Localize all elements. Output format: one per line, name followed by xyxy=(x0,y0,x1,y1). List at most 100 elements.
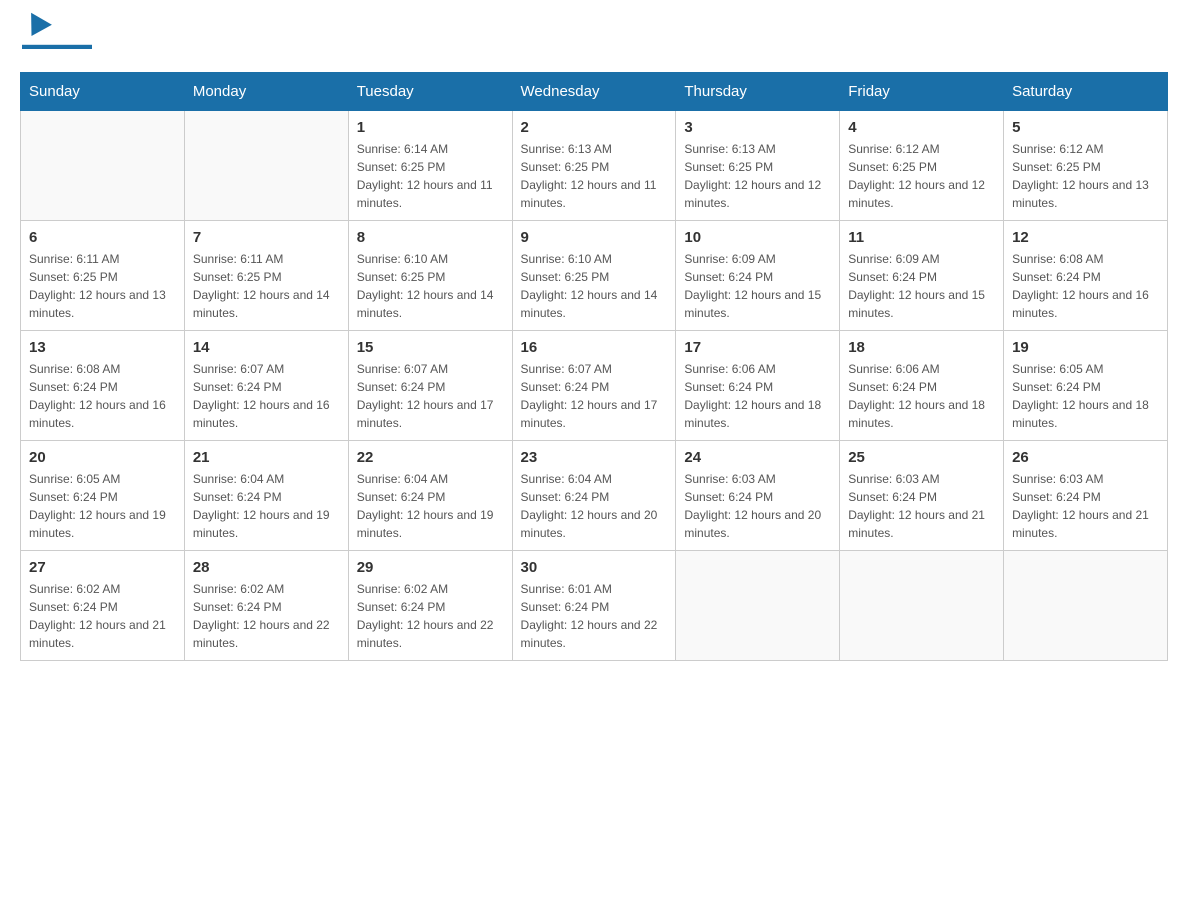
day-info: Sunrise: 6:07 AMSunset: 6:24 PMDaylight:… xyxy=(357,360,504,432)
day-number: 30 xyxy=(521,559,668,576)
day-info: Sunrise: 6:14 AMSunset: 6:25 PMDaylight:… xyxy=(357,140,504,212)
day-number: 6 xyxy=(29,229,176,246)
calendar-cell: 19 Sunrise: 6:05 AMSunset: 6:24 PMDayligh… xyxy=(1004,331,1168,441)
calendar-week-2: 6 Sunrise: 6:11 AMSunset: 6:25 PMDaylight… xyxy=(21,221,1168,331)
calendar-header-sunday: Sunday xyxy=(21,73,185,111)
day-number: 19 xyxy=(1012,339,1159,356)
day-info: Sunrise: 6:07 AMSunset: 6:24 PMDaylight:… xyxy=(193,360,340,432)
calendar-cell xyxy=(676,551,840,661)
day-number: 25 xyxy=(848,449,995,466)
calendar-cell: 18 Sunrise: 6:06 AMSunset: 6:24 PMDayligh… xyxy=(840,331,1004,441)
calendar-header-monday: Monday xyxy=(184,73,348,111)
day-number: 28 xyxy=(193,559,340,576)
calendar-cell xyxy=(1004,551,1168,661)
day-number: 23 xyxy=(521,449,668,466)
calendar-cell: 9Sunrise: 6:10 AMSunset: 6:25 PMDaylight… xyxy=(512,221,676,331)
calendar-week-3: 13 Sunrise: 6:08 AMSunset: 6:24 PMDayligh… xyxy=(21,331,1168,441)
day-number: 24 xyxy=(684,449,831,466)
day-info: Sunrise: 6:09 AMSunset: 6:24 PMDaylight:… xyxy=(684,250,831,322)
calendar-cell: 26 Sunrise: 6:03 AMSunset: 6:24 PMDayligh… xyxy=(1004,441,1168,551)
day-number: 12 xyxy=(1012,229,1159,246)
day-info: Sunrise: 6:10 AMSunset: 6:25 PMDaylight:… xyxy=(521,250,668,322)
calendar-table: SundayMondayTuesdayWednesdayThursdayFrid… xyxy=(20,72,1168,661)
calendar-cell: 29 Sunrise: 6:02 AMSunset: 6:24 PMDayligh… xyxy=(348,551,512,661)
calendar-cell: 23 Sunrise: 6:04 AMSunset: 6:24 PMDayligh… xyxy=(512,441,676,551)
day-info: Sunrise: 6:02 AMSunset: 6:24 PMDaylight:… xyxy=(29,580,176,652)
logo: ▬▬▬▬▬ xyxy=(20,20,92,52)
logo-underline: ▬▬▬▬▬ xyxy=(22,36,92,52)
day-number: 22 xyxy=(357,449,504,466)
calendar-cell: 12 Sunrise: 6:08 AMSunset: 6:24 PMDayligh… xyxy=(1004,221,1168,331)
day-info: Sunrise: 6:10 AMSunset: 6:25 PMDaylight:… xyxy=(357,250,504,322)
calendar-header-row: SundayMondayTuesdayWednesdayThursdayFrid… xyxy=(21,73,1168,111)
day-number: 4 xyxy=(848,119,995,136)
page-header: ▬▬▬▬▬ xyxy=(20,20,1168,52)
calendar-cell: 4 Sunrise: 6:12 AMSunset: 6:25 PMDaylight… xyxy=(840,111,1004,221)
day-info: Sunrise: 6:02 AMSunset: 6:24 PMDaylight:… xyxy=(193,580,340,652)
day-number: 10 xyxy=(684,229,831,246)
calendar-cell: 1 Sunrise: 6:14 AMSunset: 6:25 PMDaylight… xyxy=(348,111,512,221)
calendar-header-friday: Friday xyxy=(840,73,1004,111)
calendar-cell: 17Sunrise: 6:06 AMSunset: 6:24 PMDayligh… xyxy=(676,331,840,441)
calendar-cell xyxy=(21,111,185,221)
day-number: 26 xyxy=(1012,449,1159,466)
day-info: Sunrise: 6:03 AMSunset: 6:24 PMDaylight:… xyxy=(1012,470,1159,542)
day-info: Sunrise: 6:13 AMSunset: 6:25 PMDaylight:… xyxy=(684,140,831,212)
calendar-cell: 14 Sunrise: 6:07 AMSunset: 6:24 PMDayligh… xyxy=(184,331,348,441)
calendar-cell: 28 Sunrise: 6:02 AMSunset: 6:24 PMDayligh… xyxy=(184,551,348,661)
calendar-cell: 8 Sunrise: 6:10 AMSunset: 6:25 PMDaylight… xyxy=(348,221,512,331)
day-info: Sunrise: 6:01 AMSunset: 6:24 PMDaylight:… xyxy=(521,580,668,652)
calendar-week-1: 1 Sunrise: 6:14 AMSunset: 6:25 PMDaylight… xyxy=(21,111,1168,221)
day-number: 29 xyxy=(357,559,504,576)
day-number: 7 xyxy=(193,229,340,246)
day-number: 14 xyxy=(193,339,340,356)
day-number: 16 xyxy=(521,339,668,356)
day-info: Sunrise: 6:06 AMSunset: 6:24 PMDaylight:… xyxy=(684,360,831,432)
calendar-week-4: 20Sunrise: 6:05 AMSunset: 6:24 PMDayligh… xyxy=(21,441,1168,551)
calendar-cell: 7 Sunrise: 6:11 AMSunset: 6:25 PMDaylight… xyxy=(184,221,348,331)
day-info: Sunrise: 6:03 AMSunset: 6:24 PMDaylight:… xyxy=(684,470,831,542)
day-info: Sunrise: 6:08 AMSunset: 6:24 PMDaylight:… xyxy=(1012,250,1159,322)
day-number: 21 xyxy=(193,449,340,466)
day-info: Sunrise: 6:04 AMSunset: 6:24 PMDaylight:… xyxy=(193,470,340,542)
day-number: 13 xyxy=(29,339,176,356)
day-info: Sunrise: 6:02 AMSunset: 6:24 PMDaylight:… xyxy=(357,580,504,652)
day-info: Sunrise: 6:11 AMSunset: 6:25 PMDaylight:… xyxy=(29,250,176,322)
calendar-cell: 2Sunrise: 6:13 AMSunset: 6:25 PMDaylight… xyxy=(512,111,676,221)
calendar-cell: 30 Sunrise: 6:01 AMSunset: 6:24 PMDayligh… xyxy=(512,551,676,661)
day-number: 1 xyxy=(357,119,504,136)
calendar-cell: 22 Sunrise: 6:04 AMSunset: 6:24 PMDayligh… xyxy=(348,441,512,551)
day-info: Sunrise: 6:12 AMSunset: 6:25 PMDaylight:… xyxy=(848,140,995,212)
day-number: 11 xyxy=(848,229,995,246)
day-number: 8 xyxy=(357,229,504,246)
calendar-cell: 5 Sunrise: 6:12 AMSunset: 6:25 PMDaylight… xyxy=(1004,111,1168,221)
day-info: Sunrise: 6:06 AMSunset: 6:24 PMDaylight:… xyxy=(848,360,995,432)
day-info: Sunrise: 6:07 AMSunset: 6:24 PMDaylight:… xyxy=(521,360,668,432)
calendar-cell: 27 Sunrise: 6:02 AMSunset: 6:24 PMDayligh… xyxy=(21,551,185,661)
calendar-header-saturday: Saturday xyxy=(1004,73,1168,111)
day-info: Sunrise: 6:04 AMSunset: 6:24 PMDaylight:… xyxy=(357,470,504,542)
day-info: Sunrise: 6:05 AMSunset: 6:24 PMDaylight:… xyxy=(1012,360,1159,432)
day-number: 18 xyxy=(848,339,995,356)
day-number: 3 xyxy=(684,119,831,136)
day-number: 5 xyxy=(1012,119,1159,136)
calendar-cell: 16 Sunrise: 6:07 AMSunset: 6:24 PMDayligh… xyxy=(512,331,676,441)
day-number: 2 xyxy=(521,119,668,136)
day-info: Sunrise: 6:11 AMSunset: 6:25 PMDaylight:… xyxy=(193,250,340,322)
calendar-cell: 20Sunrise: 6:05 AMSunset: 6:24 PMDayligh… xyxy=(21,441,185,551)
calendar-cell: 15Sunrise: 6:07 AMSunset: 6:24 PMDayligh… xyxy=(348,331,512,441)
calendar-cell: 10 Sunrise: 6:09 AMSunset: 6:24 PMDayligh… xyxy=(676,221,840,331)
calendar-header-thursday: Thursday xyxy=(676,73,840,111)
calendar-header-tuesday: Tuesday xyxy=(348,73,512,111)
day-info: Sunrise: 6:08 AMSunset: 6:24 PMDaylight:… xyxy=(29,360,176,432)
calendar-week-5: 27 Sunrise: 6:02 AMSunset: 6:24 PMDayligh… xyxy=(21,551,1168,661)
day-info: Sunrise: 6:09 AMSunset: 6:24 PMDaylight:… xyxy=(848,250,995,322)
calendar-header-wednesday: Wednesday xyxy=(512,73,676,111)
calendar-cell: 11 Sunrise: 6:09 AMSunset: 6:24 PMDayligh… xyxy=(840,221,1004,331)
calendar-cell: 25Sunrise: 6:03 AMSunset: 6:24 PMDayligh… xyxy=(840,441,1004,551)
day-info: Sunrise: 6:12 AMSunset: 6:25 PMDaylight:… xyxy=(1012,140,1159,212)
day-number: 27 xyxy=(29,559,176,576)
day-info: Sunrise: 6:04 AMSunset: 6:24 PMDaylight:… xyxy=(521,470,668,542)
day-info: Sunrise: 6:05 AMSunset: 6:24 PMDaylight:… xyxy=(29,470,176,542)
calendar-cell: 21 Sunrise: 6:04 AMSunset: 6:24 PMDayligh… xyxy=(184,441,348,551)
